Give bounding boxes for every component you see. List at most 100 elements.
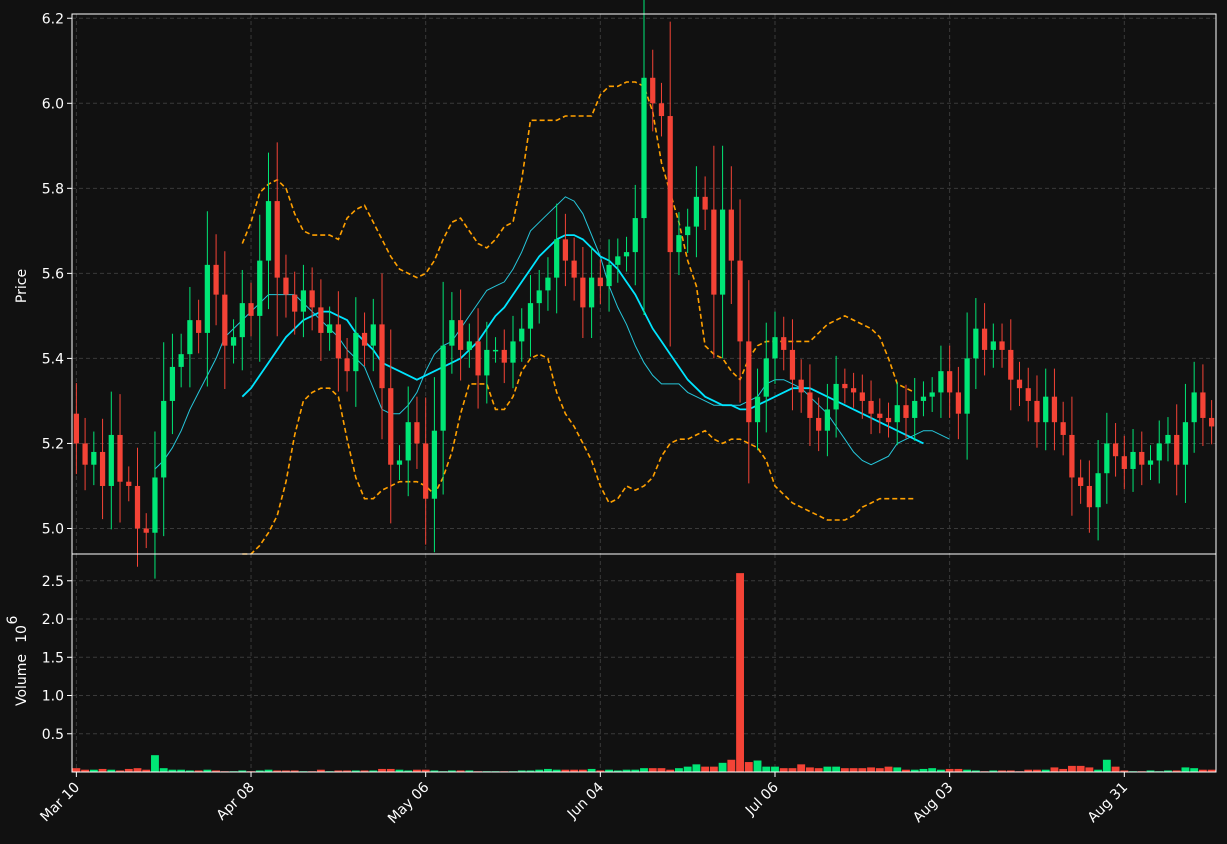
volume-bar [840,768,849,772]
candle-body [353,332,359,372]
candle-body [222,294,228,346]
volume-bar [1181,767,1190,772]
candle-body [370,324,376,346]
volume-bar [736,573,744,772]
candle-body [588,277,595,308]
candle-body [309,290,315,308]
volume-exponent-base: 10 [14,625,30,643]
candle-body [1095,473,1101,508]
candle-body [781,337,787,350]
candle-body [789,349,796,380]
candle-body [1165,434,1171,444]
candle-body [134,485,141,529]
candle-body [650,77,656,104]
candle-body [772,337,778,359]
candle-body [265,201,272,261]
candle-body [99,451,106,486]
volume-bar [797,764,806,772]
candle-body [955,392,962,414]
volume-bar [72,768,81,772]
candle-body [920,396,927,401]
volume-bar [867,767,875,772]
candle-body [938,371,944,393]
candle-body [1209,417,1215,427]
candle-body [711,209,717,295]
candle-body [859,392,865,401]
candle-body [623,252,630,257]
candle-body [728,209,734,261]
candle-body [326,324,333,333]
candle-body [1078,477,1084,486]
candle-body [824,409,831,431]
candle-body [239,303,245,338]
candle-body [457,320,464,350]
candle-body [903,405,909,418]
candle-body [850,388,857,393]
volume-bar [779,768,788,772]
candle-body [126,481,132,486]
candle-body [82,443,88,465]
candle-body [388,388,394,465]
candle-body [667,116,673,253]
candle-body [807,392,813,418]
candle-body [196,320,202,333]
candle-body [973,328,979,359]
candle-body [449,320,455,346]
volume-bar [1067,765,1076,772]
volume-bar [640,768,648,772]
volume-bar [151,755,159,772]
candle-body [1016,379,1023,389]
candle-body [335,324,341,359]
volume-bar [675,768,683,772]
candle-body [423,443,429,499]
candle-body [868,400,874,414]
candle-body [248,303,254,316]
volume-tick-label: 2.0 [42,612,64,628]
candle-body [1147,460,1154,465]
candle-body [536,290,542,304]
volume-bar [884,766,893,772]
volume-bar [849,768,858,772]
candle-body [1112,443,1119,457]
volume-tick-label: 1.0 [42,689,64,705]
volume-bar [727,759,736,772]
volume-tick-label: 2.5 [42,574,64,590]
candle-body [1060,422,1066,435]
candle-body [894,405,900,423]
volume-bar [1111,766,1120,772]
candle-body [929,392,935,397]
volume-bar [683,766,692,772]
candle-body [676,235,682,253]
volume-bar [771,766,779,772]
volume-bar [788,768,797,772]
candle-body [1051,396,1058,423]
candle-body [292,294,298,312]
candle-body [1174,434,1180,465]
volume-bar [1050,767,1059,772]
volume-bar [823,766,832,772]
candle-body [702,196,708,210]
candle-body [833,383,839,410]
price-tick-label: 6.2 [42,11,64,27]
volume-bar [133,768,142,772]
candle-body [641,77,647,219]
candle-body [414,422,420,444]
candle-body [1069,434,1075,478]
candle-body [501,349,507,363]
volume-bar [648,768,657,772]
candle-body [466,341,472,350]
candle-body [1200,392,1206,418]
candle-body [912,400,918,418]
candle-body [143,528,149,533]
volume-axis-label: Volume [14,654,30,706]
candle-body [1130,451,1136,469]
candle-body [283,277,289,295]
candle-body [379,324,385,389]
price-tick-label: 5.6 [42,266,64,282]
candle-body [562,239,569,261]
candle-body [108,434,114,486]
candle-body [152,477,158,533]
candle-body [117,434,123,482]
candle-body [606,264,612,287]
candle-body [318,307,324,333]
